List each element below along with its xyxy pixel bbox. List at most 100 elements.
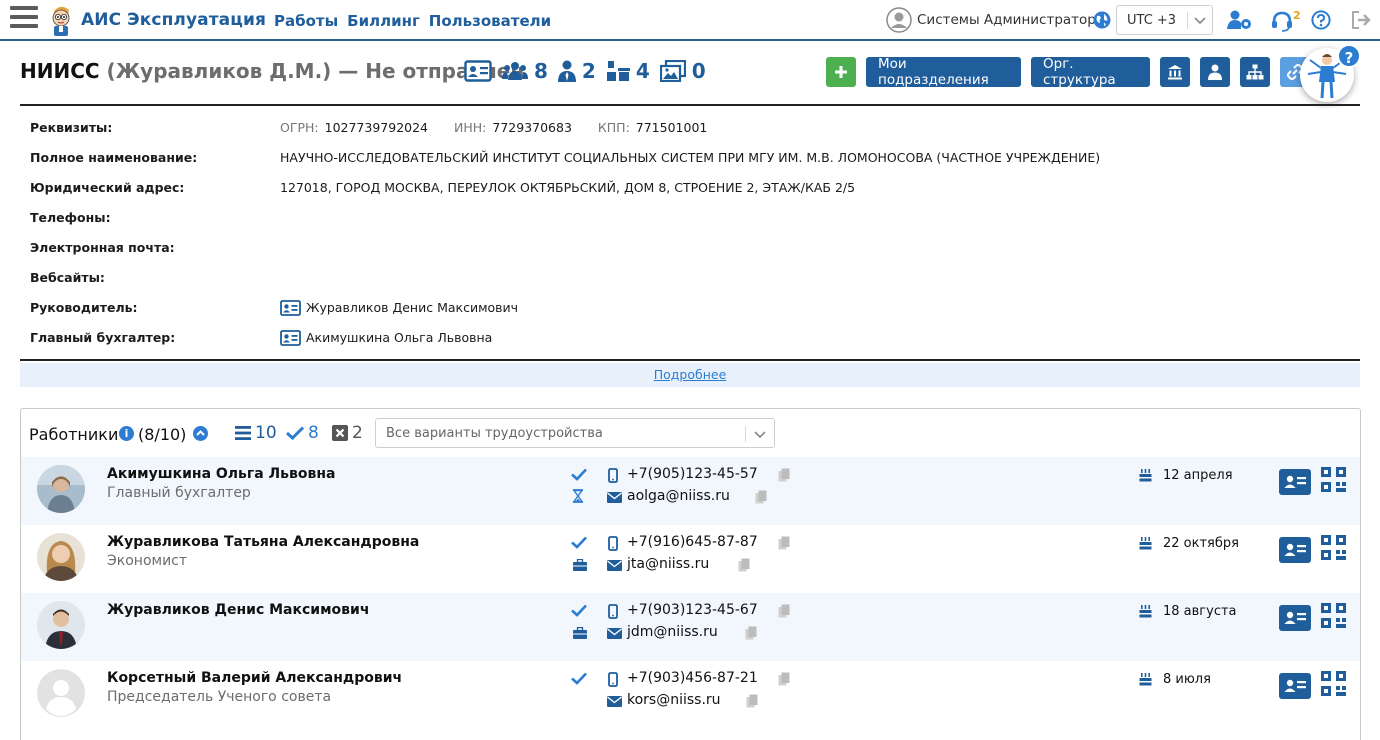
boxes-icon: [606, 61, 630, 81]
worker-card-button[interactable]: [1279, 469, 1311, 495]
worker-card-button[interactable]: [1279, 605, 1311, 631]
detail-row-legal-address: Юридический адрес: 127018, ГОРОД МОСКВА,…: [30, 178, 1350, 198]
worker-avatar[interactable]: [37, 465, 85, 513]
workers-header: Работники i (8/10) 10 8 2 Все варианты т…: [21, 409, 1360, 457]
info-icon[interactable]: i: [119, 426, 134, 441]
hierarchy-button[interactable]: [1240, 57, 1270, 87]
worker-card-button[interactable]: [1279, 537, 1311, 563]
inn-label: ИНН:: [454, 120, 487, 135]
worker-birthday: 18 августа: [1163, 604, 1237, 619]
nav-users[interactable]: Пользователи: [429, 12, 551, 30]
detail-row-accountant: Главный бухгалтер: Акимушкина Ольга Льво…: [30, 328, 1350, 348]
filter-removed[interactable]: 2: [332, 423, 363, 443]
worker-birthday: 8 июля: [1163, 672, 1211, 687]
filter-removed-count: 2: [352, 423, 363, 443]
gallery-stat[interactable]: 0: [659, 59, 706, 83]
images-icon: [659, 60, 686, 82]
filter-all[interactable]: 10: [235, 423, 277, 443]
notification-count: 2: [1293, 9, 1301, 22]
accountant-name[interactable]: Акимушкина Ольга Львовна: [306, 330, 492, 345]
heads-stat[interactable]: 2: [557, 59, 596, 83]
user-menu[interactable]: Системы Администратор: [886, 7, 1096, 33]
copy-icon[interactable]: [738, 558, 750, 572]
bank-button[interactable]: [1160, 57, 1190, 87]
detail-label: Главный бухгалтер:: [30, 330, 176, 345]
workers-title: Работники: [29, 425, 119, 444]
birthday-cake-icon: [1139, 673, 1152, 686]
worker-row[interactable]: Акимушкина Ольга Львовна Главный бухгалт…: [21, 457, 1360, 525]
worker-phone[interactable]: +7(905)123-45-57: [627, 466, 758, 482]
app-title[interactable]: АИС Эксплуатация: [81, 10, 266, 30]
detail-row-director: Руководитель: Журавликов Денис Максимови…: [30, 298, 1350, 318]
director-name[interactable]: Журавликов Денис Максимович: [306, 300, 518, 315]
copy-icon[interactable]: [778, 672, 790, 686]
add-button[interactable]: [826, 57, 856, 87]
copy-icon[interactable]: [755, 490, 767, 504]
units-stat[interactable]: 4: [606, 59, 650, 83]
filter-all-count: 10: [255, 423, 277, 443]
qr-code-icon[interactable]: [1321, 535, 1346, 560]
worker-email[interactable]: jdm@niiss.ru: [627, 624, 718, 640]
help-icon[interactable]: [1311, 10, 1331, 30]
phone-icon: [608, 468, 618, 483]
worker-card-button[interactable]: [1279, 673, 1311, 699]
worker-avatar-placeholder[interactable]: [37, 669, 85, 717]
close-square-icon: [332, 425, 348, 441]
logout-icon[interactable]: [1351, 11, 1371, 29]
menu-icon[interactable]: [10, 6, 38, 32]
accountant-value[interactable]: Акимушкина Ольга Львовна: [280, 329, 492, 346]
employment-filter-select[interactable]: Все варианты трудоустройства: [375, 418, 775, 448]
worker-phone[interactable]: +7(916)645-87-87: [627, 534, 758, 550]
copy-icon[interactable]: [746, 694, 758, 708]
timezone-select[interactable]: UTC +3: [1116, 5, 1213, 35]
filter-active[interactable]: 8: [286, 423, 319, 443]
my-units-button[interactable]: Мои подразделения: [866, 56, 1021, 88]
support-headset-icon[interactable]: [1271, 10, 1293, 32]
copy-icon[interactable]: [778, 468, 790, 482]
user-settings-icon[interactable]: [1227, 10, 1253, 30]
worker-name[interactable]: Журавликов Денис Максимович: [107, 602, 369, 618]
director-value[interactable]: Журавликов Денис Максимович: [280, 299, 518, 316]
collapse-icon[interactable]: [193, 426, 208, 441]
worker-avatar[interactable]: [37, 533, 85, 581]
more-link[interactable]: Подробнее: [654, 367, 727, 382]
worker-avatar[interactable]: [37, 601, 85, 649]
worker-position: Экономист: [107, 553, 188, 569]
app-logo: [52, 6, 70, 36]
assistant-help-badge[interactable]: ?: [1337, 44, 1361, 68]
qr-code-icon[interactable]: [1321, 467, 1346, 492]
inn-value: 7729370683: [492, 120, 572, 135]
qr-code-icon[interactable]: [1321, 603, 1346, 628]
hourglass-icon: [572, 489, 584, 503]
worker-email[interactable]: kors@niiss.ru: [627, 692, 721, 708]
timezone-value: UTC +3: [1127, 13, 1177, 28]
chevron-up-icon: [196, 430, 205, 436]
detail-row-full-name: Полное наименование: НАУЧНО-ИССЛЕДОВАТЕЛ…: [30, 148, 1350, 168]
org-structure-button[interactable]: Орг. структура: [1031, 56, 1150, 88]
worker-row[interactable]: Корсетный Валерий Александрович Председа…: [21, 661, 1360, 729]
kpp-value: 771501001: [635, 120, 708, 135]
copy-icon[interactable]: [778, 536, 790, 550]
worker-position: Главный бухгалтер: [107, 485, 251, 501]
worker-name[interactable]: Корсетный Валерий Александрович: [107, 670, 402, 686]
ogrn-label: ОГРН:: [280, 120, 319, 135]
nav-works[interactable]: Работы: [274, 12, 338, 30]
worker-name[interactable]: Акимушкина Ольга Львовна: [107, 466, 335, 482]
id-card-icon[interactable]: [464, 60, 492, 82]
worker-row[interactable]: Журавликова Татьяна Александровна Эконом…: [21, 525, 1360, 593]
worker-phone[interactable]: +7(903)123-45-67: [627, 602, 758, 618]
worker-email[interactable]: aolga@niiss.ru: [627, 488, 730, 504]
nav-billing[interactable]: Биллинг: [347, 12, 420, 30]
filter-active-count: 8: [308, 423, 319, 443]
worker-phone[interactable]: +7(903)456-87-21: [627, 670, 758, 686]
check-icon: [571, 672, 587, 685]
copy-icon[interactable]: [745, 626, 757, 640]
worker-email[interactable]: jta@niiss.ru: [627, 556, 709, 572]
list-icon: [235, 426, 251, 440]
worker-row[interactable]: Журавликов Денис Максимович +7(903)123-4…: [21, 593, 1360, 661]
person-button[interactable]: [1200, 57, 1230, 87]
qr-code-icon[interactable]: [1321, 671, 1346, 696]
worker-name[interactable]: Журавликова Татьяна Александровна: [107, 534, 419, 550]
employees-stat[interactable]: 8: [502, 59, 548, 83]
copy-icon[interactable]: [778, 604, 790, 618]
